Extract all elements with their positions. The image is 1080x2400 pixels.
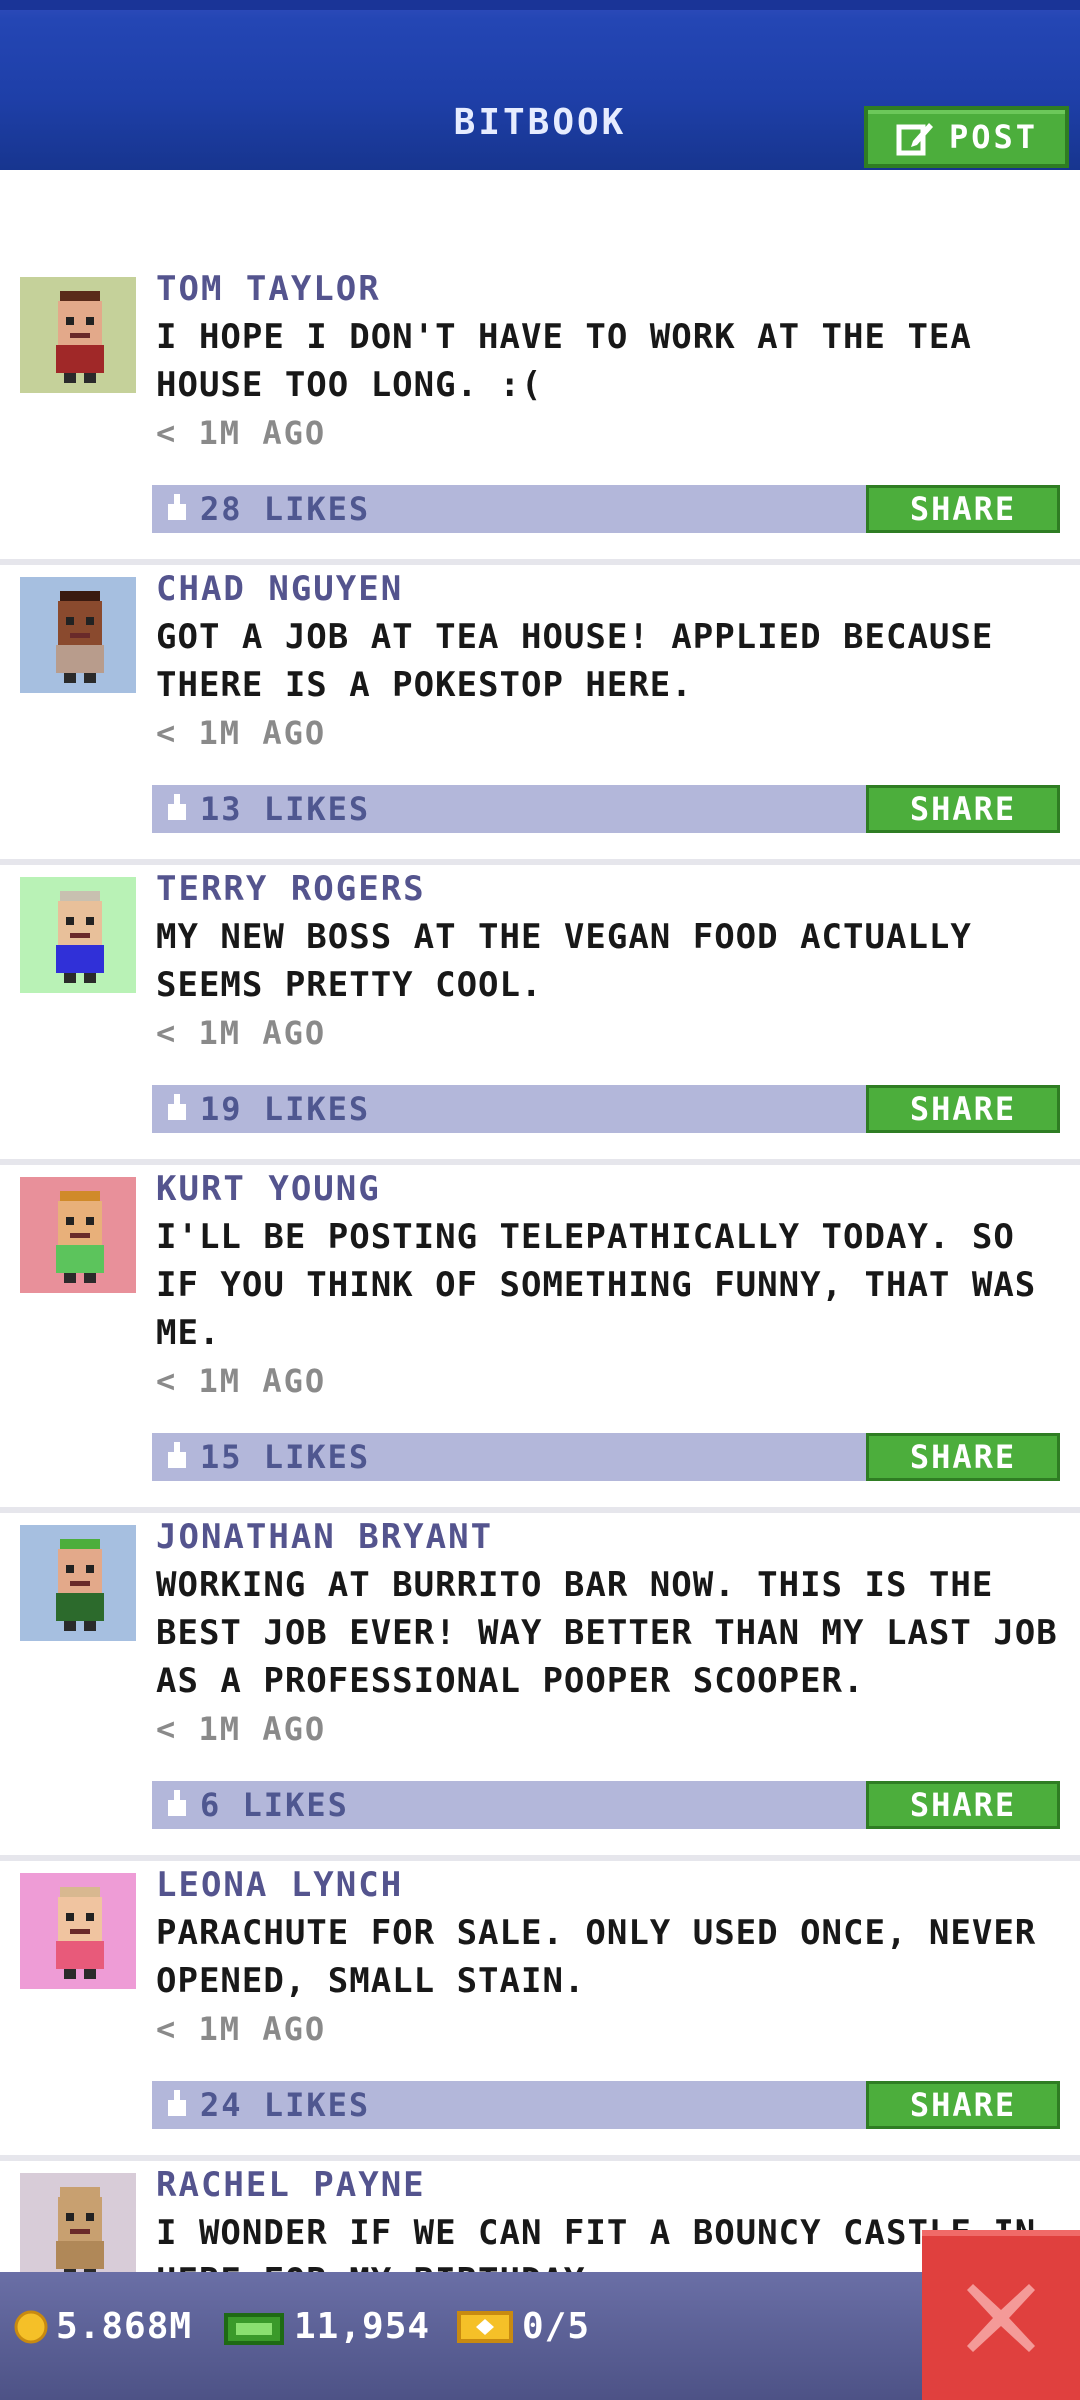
like-bar: 13 LIKES SHARE bbox=[152, 785, 1060, 833]
share-button[interactable]: SHARE bbox=[866, 1085, 1060, 1133]
ticket-icon bbox=[457, 2310, 513, 2343]
feed-post: LEONA LYNCH PARACHUTE FOR SALE. ONLY USED… bbox=[0, 1861, 1080, 2155]
avatar[interactable] bbox=[20, 1177, 136, 1293]
bux-value: 11,954 bbox=[294, 2306, 431, 2347]
feed-post: CHAD NGUYEN GOT A JOB AT TEA HOUSE! APPLI… bbox=[0, 565, 1080, 859]
post-content: JONATHAN BRYANT WORKING AT BURRITO BAR NO… bbox=[156, 1513, 1070, 1753]
like-bar: 19 LIKES SHARE bbox=[152, 1085, 1060, 1133]
post-author[interactable]: LEONA LYNCH bbox=[156, 1861, 1070, 1909]
post-author[interactable]: RACHEL PAYNE bbox=[156, 2161, 1070, 2209]
share-button[interactable]: SHARE bbox=[866, 1781, 1060, 1829]
post-button-label: POST bbox=[948, 118, 1039, 156]
avatar[interactable] bbox=[20, 577, 136, 693]
like-button[interactable]: 24 LIKES bbox=[164, 2081, 370, 2129]
like-count: 6 LIKES bbox=[200, 1786, 349, 1824]
like-bar: 28 LIKES SHARE bbox=[152, 485, 1060, 533]
share-button[interactable]: SHARE bbox=[866, 1433, 1060, 1481]
feed-post: TERRY ROGERS MY NEW BOSS AT THE VEGAN FOO… bbox=[0, 865, 1080, 1159]
like-button[interactable]: 13 LIKES bbox=[164, 785, 370, 833]
post-author[interactable]: JONATHAN BRYANT bbox=[156, 1513, 1070, 1561]
compose-icon bbox=[896, 123, 933, 156]
like-button[interactable]: 19 LIKES bbox=[164, 1085, 370, 1133]
like-button[interactable]: 6 LIKES bbox=[164, 1781, 349, 1829]
post-author[interactable]: CHAD NGUYEN bbox=[156, 565, 1070, 613]
post-author[interactable]: TERRY ROGERS bbox=[156, 865, 1070, 913]
thumbs-up-icon bbox=[168, 1442, 186, 1468]
post-text: MY NEW BOSS AT THE VEGAN FOOD ACTUALLY S… bbox=[156, 917, 972, 1005]
like-bar: 24 LIKES SHARE bbox=[152, 2081, 1060, 2129]
post-content: TOM TAYLOR I HOPE I DON'T HAVE TO WORK AT… bbox=[156, 265, 1070, 457]
post-content: CHAD NGUYEN GOT A JOB AT TEA HOUSE! APPLI… bbox=[156, 565, 1070, 757]
thumbs-up-icon bbox=[168, 1790, 186, 1816]
post-timestamp: < 1M AGO bbox=[156, 714, 327, 752]
like-button[interactable]: 28 LIKES bbox=[164, 485, 370, 533]
like-count: 24 LIKES bbox=[200, 2086, 371, 2124]
app-header: BITBOOK POST bbox=[0, 0, 1080, 170]
coins-stat: 5.868M bbox=[14, 2306, 192, 2347]
currency-bar: 5.868M 11,954 0/5 bbox=[0, 2272, 1080, 2400]
tickets-value: 0/5 bbox=[522, 2306, 591, 2347]
share-button[interactable]: SHARE bbox=[866, 485, 1060, 533]
thumbs-up-icon bbox=[168, 794, 186, 820]
avatar[interactable] bbox=[20, 1525, 136, 1641]
like-count: 28 LIKES bbox=[200, 490, 371, 528]
like-count: 15 LIKES bbox=[200, 1438, 371, 1476]
post-button[interactable]: POST bbox=[864, 106, 1069, 168]
post-timestamp: < 1M AGO bbox=[156, 2010, 327, 2048]
post-text: I HOPE I DON'T HAVE TO WORK AT THE TEA H… bbox=[156, 317, 972, 405]
post-author[interactable]: KURT YOUNG bbox=[156, 1165, 1070, 1213]
avatar[interactable] bbox=[20, 877, 136, 993]
post-content: LEONA LYNCH PARACHUTE FOR SALE. ONLY USED… bbox=[156, 1861, 1070, 2053]
like-bar: 6 LIKES SHARE bbox=[152, 1781, 1060, 1829]
post-content: KURT YOUNG I'LL BE POSTING TELEPATHICALLY… bbox=[156, 1165, 1070, 1405]
post-author[interactable]: TOM TAYLOR bbox=[156, 265, 1070, 313]
close-button[interactable] bbox=[922, 2230, 1080, 2400]
avatar[interactable] bbox=[20, 277, 136, 393]
post-text: PARACHUTE FOR SALE. ONLY USED ONCE, NEVE… bbox=[156, 1913, 1037, 2001]
bux-icon bbox=[224, 2312, 284, 2345]
post-text: WORKING AT BURRITO BAR NOW. THIS IS THE … bbox=[156, 1565, 1058, 1701]
tickets-stat: 0/5 bbox=[456, 2306, 590, 2347]
bux-stat: 11,954 bbox=[222, 2306, 430, 2347]
feed-post: JONATHAN BRYANT WORKING AT BURRITO BAR NO… bbox=[0, 1513, 1080, 1855]
like-count: 13 LIKES bbox=[200, 790, 371, 828]
share-button[interactable]: SHARE bbox=[866, 785, 1060, 833]
feed-post: KURT YOUNG I'LL BE POSTING TELEPATHICALLY… bbox=[0, 1165, 1080, 1507]
close-icon bbox=[967, 2284, 1035, 2352]
post-timestamp: < 1M AGO bbox=[156, 414, 327, 452]
post-timestamp: < 1M AGO bbox=[156, 1014, 327, 1052]
feed-list[interactable]: TOM TAYLOR I HOPE I DON'T HAVE TO WORK AT… bbox=[0, 265, 1080, 2361]
avatar[interactable] bbox=[20, 1873, 136, 1989]
like-bar: 15 LIKES SHARE bbox=[152, 1433, 1060, 1481]
post-timestamp: < 1M AGO bbox=[156, 1710, 327, 1748]
thumbs-up-icon bbox=[168, 494, 186, 520]
like-button[interactable]: 15 LIKES bbox=[164, 1433, 370, 1481]
feed-post: TOM TAYLOR I HOPE I DON'T HAVE TO WORK AT… bbox=[0, 265, 1080, 559]
post-content: TERRY ROGERS MY NEW BOSS AT THE VEGAN FOO… bbox=[156, 865, 1070, 1057]
post-timestamp: < 1M AGO bbox=[156, 1362, 327, 1400]
coin-icon bbox=[14, 2310, 48, 2343]
like-count: 19 LIKES bbox=[200, 1090, 371, 1128]
thumbs-up-icon bbox=[168, 1094, 186, 1120]
share-button[interactable]: SHARE bbox=[866, 2081, 1060, 2129]
post-text: I'LL BE POSTING TELEPATHICALLY TODAY. SO… bbox=[156, 1217, 1037, 1353]
post-text: GOT A JOB AT TEA HOUSE! APPLIED BECAUSE … bbox=[156, 617, 994, 705]
coins-value: 5.868M bbox=[56, 2306, 193, 2347]
thumbs-up-icon bbox=[168, 2090, 186, 2116]
